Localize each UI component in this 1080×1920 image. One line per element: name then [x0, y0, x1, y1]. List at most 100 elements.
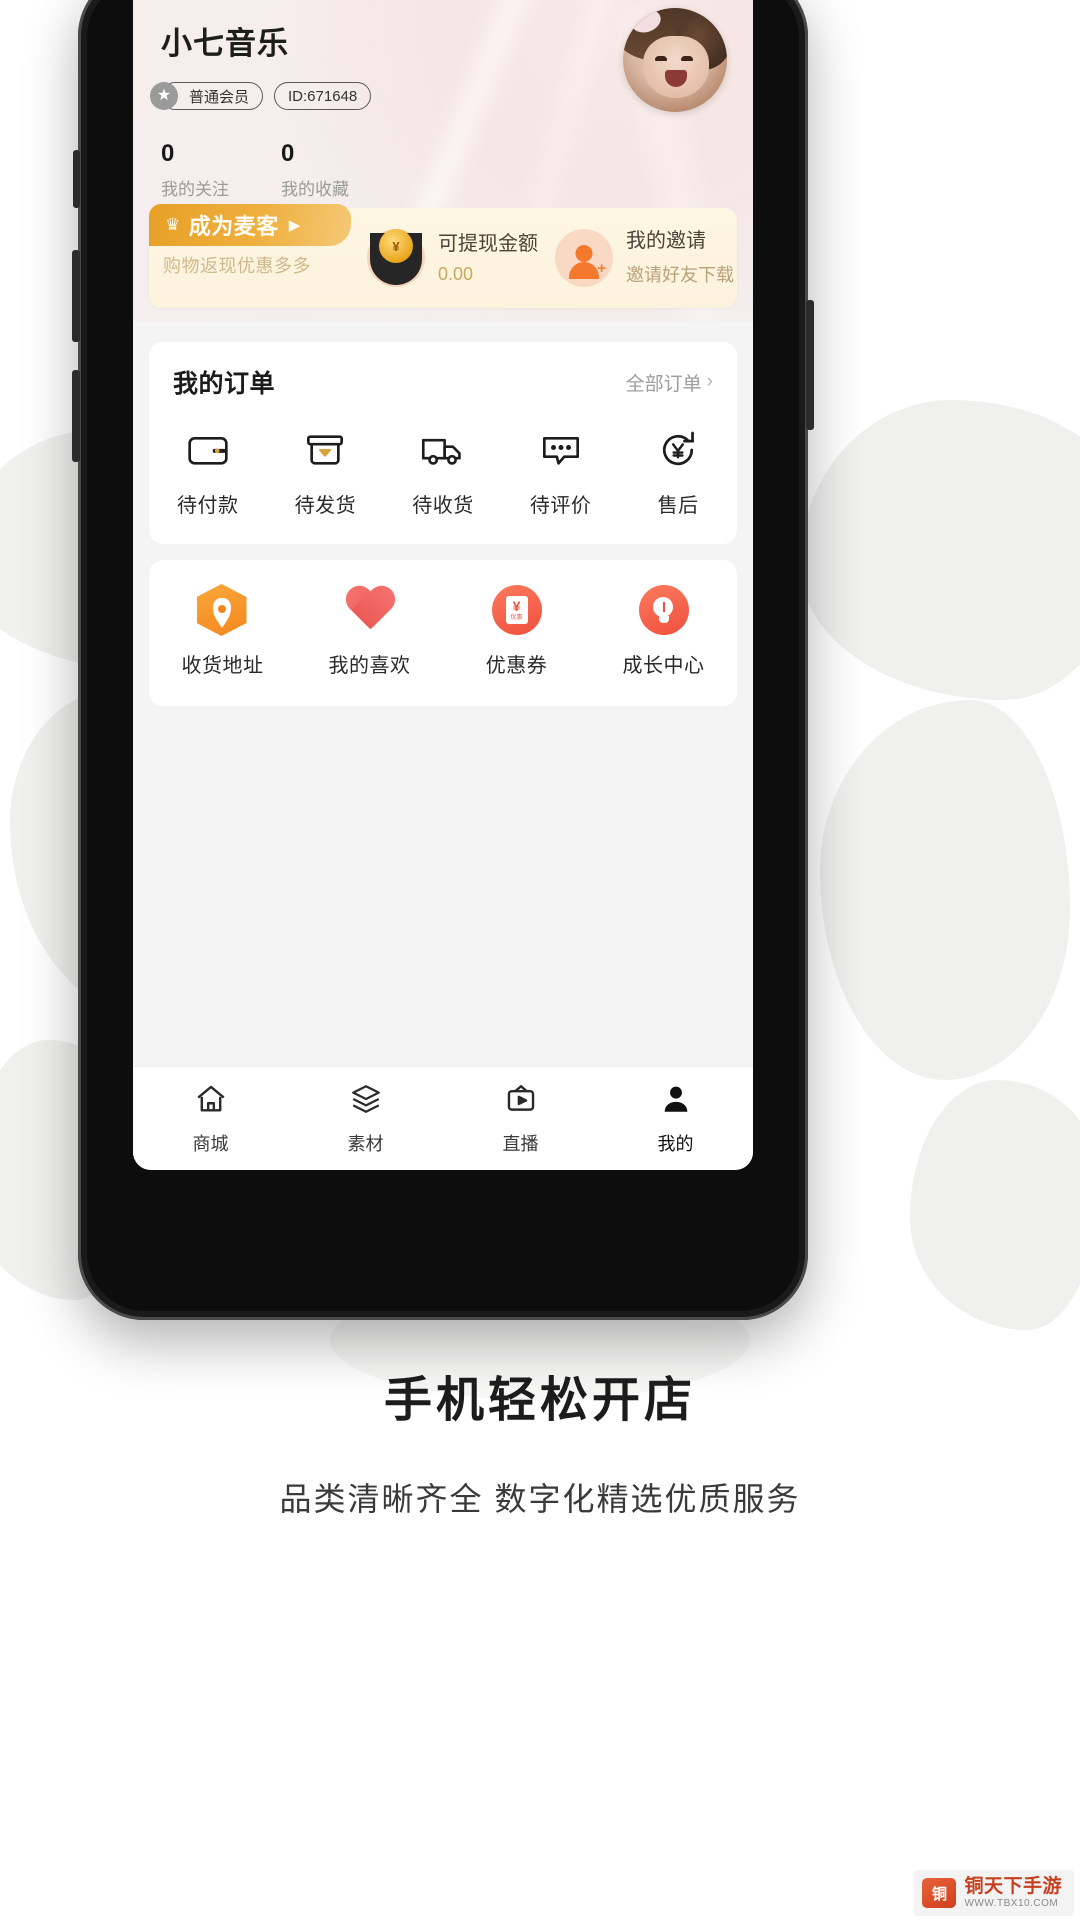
invite-person-icon: +	[555, 229, 613, 287]
my-invite-label: 我的邀请	[626, 230, 706, 252]
stat-label: 我的收藏	[281, 180, 349, 199]
star-icon: ★	[150, 82, 178, 110]
tools-row: 收货地址 我的喜欢 ¥ 优惠 优惠券 成长中心	[149, 584, 737, 678]
stat-following[interactable]: 0 我的关注	[161, 140, 229, 200]
avatar-detail	[643, 36, 709, 98]
person-icon	[658, 1082, 694, 1121]
invite-head	[575, 245, 593, 262]
avatar-detail	[681, 56, 693, 61]
withdrawable-amount-cell[interactable]: ¥ 可提现金额 0.00	[361, 208, 549, 308]
live-tv-icon	[503, 1082, 539, 1121]
bottom-tab-bar: 商城 素材 直播 我的	[133, 1066, 753, 1170]
watermark-site-url: WWW.TBX10.COM	[964, 1898, 1059, 1909]
vip-level-badge[interactable]: ★ 普通会员	[150, 82, 264, 110]
order-status-label: 待评价	[529, 495, 592, 517]
all-orders-link[interactable]: 全部订单 ›	[626, 369, 713, 396]
tools-card: 收货地址 我的喜欢 ¥ 优惠 优惠券 成长中心	[149, 560, 737, 706]
order-status-pending-payment[interactable]: 待付款	[149, 426, 267, 518]
profile-info: 小七音乐 ★ 普通会员 ID:671648 0 我的关注 0 我的收藏	[150, 18, 372, 200]
tab-label: 我的	[657, 1133, 694, 1154]
map-silhouette-shape	[910, 1080, 1080, 1330]
avatar[interactable]	[623, 8, 727, 112]
site-watermark: 铜 铜天下手游 WWW.TBX10.COM	[914, 1870, 1074, 1916]
lightbulb-icon	[638, 585, 689, 635]
coupon-icon: ¥ 优惠	[491, 585, 542, 635]
phone-mockup: 小七音乐 ★ 普通会员 ID:671648 0 我的关注 0 我的收藏 ♛ 成为…	[72, 0, 814, 1320]
play-arrow-icon: ▶	[288, 217, 301, 234]
phone-screen: 小七音乐 ★ 普通会员 ID:671648 0 我的关注 0 我的收藏 ♛ 成为…	[133, 0, 753, 1170]
order-status-pending-review[interactable]: 待评价	[502, 426, 620, 518]
footer-headline: 手机轻松开店	[383, 1374, 696, 1427]
refund-icon	[656, 426, 700, 474]
profile-header: 小七音乐 ★ 普通会员 ID:671648 0 我的关注 0 我的收藏 ♛ 成为…	[133, 0, 753, 322]
truck-icon	[420, 426, 466, 474]
order-status-after-sale[interactable]: 售后	[619, 426, 737, 518]
vip-badge-label: 普通会员	[189, 88, 250, 106]
order-status-label: 待收货	[412, 495, 474, 517]
invite-body	[569, 262, 599, 279]
avatar-detail	[655, 56, 667, 61]
watermark-site-name: 铜天下手游	[964, 1876, 1062, 1898]
all-orders-label: 全部订单	[625, 373, 702, 395]
tab-live[interactable]: 直播	[443, 1082, 598, 1156]
footer-subheadline: 品类清晰齐全 数字化精选优质服务	[279, 1481, 801, 1517]
tool-shipping-address[interactable]: 收货地址	[149, 584, 296, 678]
become-maike-section[interactable]: ♛ 成为麦客 ▶ 购物返现优惠多多	[149, 204, 361, 308]
watermark-logo-icon: 铜	[922, 1878, 957, 1909]
user-id-badge[interactable]: ID:671648	[274, 82, 372, 110]
tab-mall[interactable]: 商城	[133, 1082, 288, 1156]
tab-materials[interactable]: 素材	[288, 1082, 443, 1156]
tool-label: 优惠券	[485, 655, 548, 677]
tool-label: 我的喜欢	[328, 655, 411, 677]
order-status-label: 售后	[657, 495, 699, 517]
tab-label: 直播	[502, 1133, 539, 1154]
crown-icon: ♛	[165, 215, 181, 234]
tool-growth-center[interactable]: 成长中心	[590, 585, 737, 678]
become-maike-label: 成为麦客	[188, 214, 279, 239]
stat-value: 0	[281, 140, 295, 167]
tool-label: 收货地址	[181, 655, 264, 677]
promo-banner: ♛ 成为麦客 ▶ 购物返现优惠多多 ¥ 可提现金额 0.00 + 我的邀请 邀请…	[149, 204, 737, 308]
profile-stats: 0 我的关注 0 我的收藏	[161, 140, 371, 200]
package-icon	[303, 426, 347, 474]
volume-down-button[interactable]	[72, 370, 80, 462]
tool-label: 成长中心	[622, 655, 705, 677]
home-icon	[193, 1082, 229, 1121]
layers-icon	[348, 1082, 384, 1121]
order-status-label: 待付款	[177, 495, 239, 517]
tab-label: 素材	[347, 1133, 384, 1154]
coin-icon: ¥	[367, 229, 425, 287]
heart-icon	[344, 586, 396, 634]
withdrawable-label: 可提现金额	[438, 232, 538, 255]
page-title: 小七音乐	[161, 26, 289, 61]
plus-icon: +	[597, 260, 606, 277]
chevron-right-icon: ›	[706, 371, 713, 392]
orders-card: 我的订单 全部订单 › 待付款 待发货 待收货 待评价 售后	[149, 342, 737, 544]
stat-label: 我的关注	[161, 180, 229, 199]
badge-row: ★ 普通会员 ID:671648	[150, 82, 372, 110]
become-maike-button[interactable]: ♛ 成为麦客 ▶	[149, 204, 351, 246]
promo-subtitle: 购物返现优惠多多	[163, 256, 311, 276]
my-invite-sub: 邀请好友下载	[626, 265, 734, 285]
tool-coupons[interactable]: ¥ 优惠 优惠券	[443, 585, 590, 678]
orders-card-header: 我的订单 全部订单 ›	[149, 364, 737, 400]
withdrawable-value: 0.00	[438, 263, 474, 284]
power-button[interactable]	[806, 300, 814, 430]
mute-switch[interactable]	[73, 150, 80, 208]
order-status-pending-receipt[interactable]: 待收货	[384, 426, 502, 518]
tab-profile[interactable]: 我的	[598, 1082, 753, 1156]
coin-face: ¥	[379, 229, 413, 264]
stat-favorites[interactable]: 0 我的收藏	[281, 140, 349, 200]
tool-my-favorites[interactable]: 我的喜欢	[296, 586, 443, 678]
coupon-note-text: 优惠	[510, 615, 523, 621]
user-id-label: ID:671648	[288, 87, 358, 105]
tab-label: 商城	[192, 1133, 229, 1154]
coupon-currency-symbol: ¥	[512, 598, 521, 614]
order-status-pending-shipment[interactable]: 待发货	[267, 426, 385, 518]
wallet-icon	[186, 426, 230, 474]
volume-up-button[interactable]	[72, 250, 80, 342]
orders-title: 我的订单	[173, 370, 276, 398]
my-invite-cell[interactable]: + 我的邀请 邀请好友下载	[549, 208, 737, 308]
marketing-footer: 手机轻松开店 品类清晰齐全 数字化精选优质服务	[0, 1360, 1080, 1520]
map-silhouette-shape	[800, 400, 1080, 700]
